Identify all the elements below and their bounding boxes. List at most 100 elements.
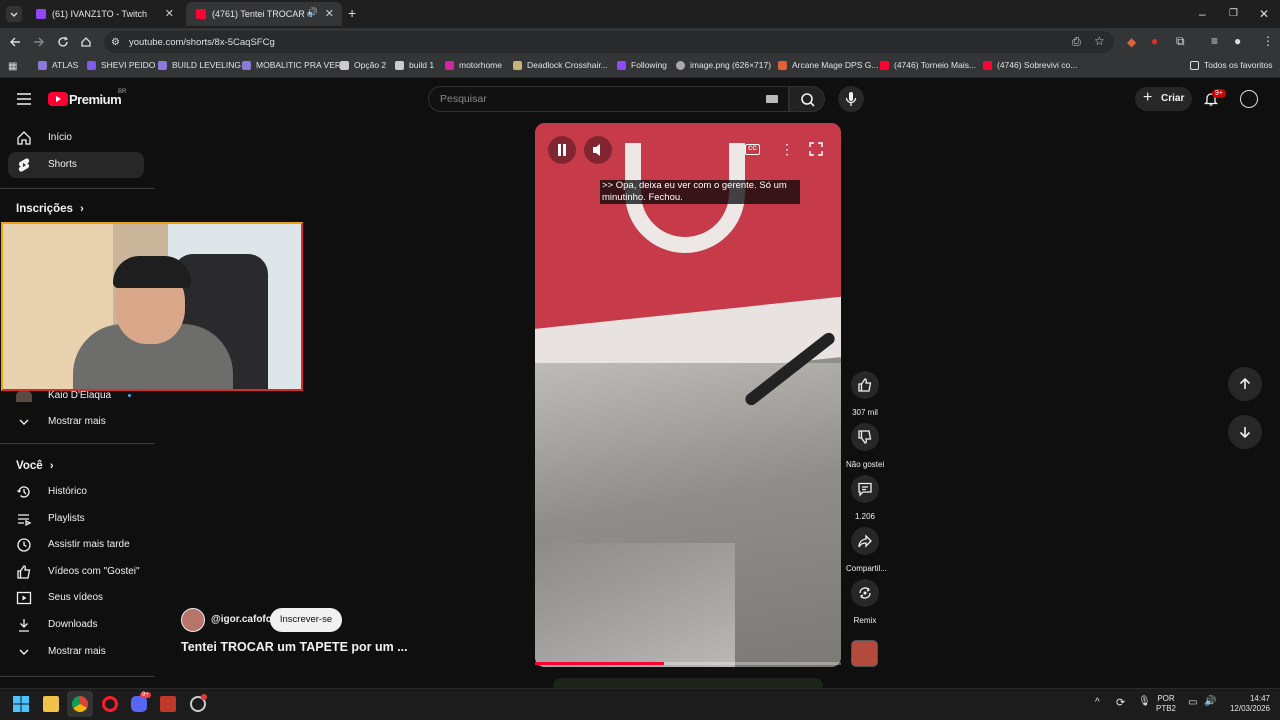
- bookmark-following[interactable]: Following: [617, 60, 667, 70]
- comments-button[interactable]: 1.206: [846, 475, 884, 521]
- new-tab-button[interactable]: +: [348, 6, 356, 20]
- sidebar-item-watch-later[interactable]: Assistir mais tarde: [8, 532, 144, 558]
- chevron-down-icon: [19, 649, 29, 655]
- fullscreen-icon[interactable]: [808, 141, 824, 162]
- more-options-icon[interactable]: ⋮: [780, 141, 794, 158]
- language-indicator[interactable]: POR PTB2: [1156, 694, 1176, 714]
- news-app-icon[interactable]: [160, 696, 176, 712]
- bookmark-image[interactable]: image.png (626×717): [676, 60, 771, 70]
- bookmark-motorhome[interactable]: motorhome: [445, 60, 502, 70]
- forward-icon[interactable]: [33, 36, 45, 50]
- all-bookmarks[interactable]: Todos os favoritos: [1190, 60, 1273, 70]
- twitch-icon: [617, 60, 626, 70]
- bookmark-build-1[interactable]: build 1: [395, 60, 434, 70]
- youtube-logo[interactable]: [48, 92, 68, 106]
- subscriptions-title[interactable]: Inscrições ›: [16, 203, 84, 215]
- extension-badge-icon[interactable]: ●: [1151, 35, 1158, 47]
- mute-button[interactable]: [584, 136, 612, 164]
- voice-search-button[interactable]: [838, 86, 864, 112]
- dislike-button[interactable]: Não gostei: [846, 423, 884, 469]
- playlists-icon: [18, 514, 32, 527]
- short-title[interactable]: Tentei TROCAR um TAPETE por um ...: [181, 640, 408, 654]
- keyboard-icon[interactable]: [766, 95, 778, 103]
- sidebar-item-home[interactable]: Início: [8, 125, 144, 151]
- home-icon[interactable]: [80, 36, 92, 50]
- comment-icon: [858, 482, 872, 497]
- subscription-kaio[interactable]: Kaio D'Elaqua: [48, 390, 111, 401]
- close-window-icon[interactable]: ✕: [1259, 8, 1269, 20]
- tray-overflow-icon[interactable]: ^: [1095, 697, 1100, 708]
- share-button[interactable]: Compartil...: [846, 527, 887, 573]
- browser-menu-icon[interactable]: ⋮: [1262, 35, 1274, 47]
- apps-grid-icon[interactable]: ▦: [8, 61, 17, 73]
- opera-icon[interactable]: [102, 696, 118, 712]
- maximize-icon[interactable]: ❐: [1229, 8, 1238, 20]
- discord-icon[interactable]: [131, 696, 147, 712]
- tab-search-icon[interactable]: [6, 6, 22, 22]
- minimize-icon[interactable]: –: [1199, 8, 1206, 20]
- tab-youtube[interactable]: (4761) Tentei TROCAR um T 🔊 ✕: [186, 2, 342, 26]
- sidebar-item-downloads[interactable]: Downloads: [8, 612, 144, 638]
- windows-start-icon[interactable]: [13, 696, 29, 712]
- bookmark-build-leveling[interactable]: BUILD LEVELING: [158, 60, 241, 70]
- sidebar-item-label: Histórico: [48, 486, 87, 497]
- profile-avatar[interactable]: ●: [1234, 35, 1241, 47]
- search-button[interactable]: [789, 86, 825, 112]
- file-explorer-icon[interactable]: [43, 696, 59, 712]
- sidebar-item-shorts[interactable]: Shorts: [8, 152, 144, 178]
- bookmark-sobrevivi[interactable]: (4746) Sobrevivi co...: [983, 60, 1077, 70]
- captions-icon[interactable]: CC: [745, 144, 760, 155]
- sidebar-item-liked-videos[interactable]: Vídeos com "Gostei": [8, 559, 144, 585]
- you-title[interactable]: Você ›: [16, 460, 54, 472]
- tray-sync-icon[interactable]: ⟳: [1116, 696, 1125, 709]
- next-short-button[interactable]: [1228, 415, 1262, 449]
- close-tab-icon[interactable]: ✕: [325, 7, 334, 20]
- tray-mic-icon[interactable]: 🎙: [1138, 696, 1151, 707]
- chrome-icon[interactable]: [72, 696, 88, 712]
- speaker-icon[interactable]: 🔊: [307, 7, 318, 18]
- reading-list-icon[interactable]: ≡: [1211, 35, 1218, 47]
- create-button[interactable]: + Criar: [1135, 87, 1192, 111]
- menu-icon[interactable]: [17, 92, 31, 110]
- bookmark-mobalitic[interactable]: MOBALITIC PRA VER: [242, 60, 341, 70]
- remix-button[interactable]: Remix: [846, 579, 884, 625]
- subscribe-button[interactable]: Inscrever-se: [270, 608, 342, 632]
- volume-tray-icon[interactable]: 🔊: [1204, 696, 1216, 707]
- bookmark-deadlock[interactable]: Deadlock Crosshair...: [513, 60, 608, 70]
- bookmark-arcane[interactable]: Arcane Mage DPS G...: [778, 60, 878, 70]
- clock-date: 12/03/2026: [1229, 704, 1270, 713]
- like-button[interactable]: 307 mil: [846, 371, 884, 417]
- bookmark-torneio[interactable]: (4746) Torneio Mais...: [880, 60, 976, 70]
- channel-avatar[interactable]: [181, 608, 205, 632]
- extensions-puzzle-icon[interactable]: ⧉: [1176, 35, 1185, 47]
- tab-twitch[interactable]: (61) IVANZ1TO - Twitch ✕: [26, 2, 182, 26]
- shorts-icon: [18, 158, 30, 172]
- pause-button[interactable]: [548, 136, 576, 164]
- subscriptions-show-more[interactable]: Mostrar mais: [8, 409, 144, 435]
- audio-thumbnail[interactable]: [851, 640, 878, 667]
- sidebar-item-history[interactable]: Histórico: [8, 479, 144, 505]
- sidebar-item-your-videos[interactable]: Seus vídeos: [8, 585, 144, 611]
- sidebar-item-label: Playlists: [48, 513, 85, 524]
- share-label: Compartil...: [846, 564, 887, 573]
- short-video-player[interactable]: [535, 123, 841, 667]
- display-icon[interactable]: ▭: [1188, 697, 1197, 708]
- bookmark-opcao-2[interactable]: Opção 2: [340, 60, 386, 70]
- you-show-more[interactable]: Mostrar mais: [8, 639, 144, 665]
- channel-name[interactable]: @igor.cafofo: [211, 614, 272, 625]
- sidebar-item-label: Vídeos com "Gostei": [48, 566, 140, 577]
- account-avatar[interactable]: [1240, 90, 1258, 108]
- reload-icon[interactable]: [57, 36, 69, 50]
- clock[interactable]: 14:47 12/03/2026: [1224, 694, 1270, 714]
- close-tab-icon[interactable]: ✕: [165, 7, 174, 20]
- sidebar-item-playlists[interactable]: Playlists: [8, 506, 144, 532]
- back-icon[interactable]: [9, 36, 21, 50]
- previous-short-button[interactable]: [1228, 367, 1262, 401]
- install-app-icon[interactable]: ⎙: [1072, 36, 1081, 48]
- bookmark-shevi[interactable]: SHEVI PEIDO: [87, 60, 155, 70]
- extension-fox-icon[interactable]: ◆: [1127, 36, 1136, 48]
- bookmark-star-icon[interactable]: ☆: [1094, 35, 1105, 47]
- site-info-icon[interactable]: ⚙: [111, 37, 120, 49]
- bookmark-atlas[interactable]: ATLAS: [38, 60, 78, 70]
- download-icon: [19, 619, 29, 632]
